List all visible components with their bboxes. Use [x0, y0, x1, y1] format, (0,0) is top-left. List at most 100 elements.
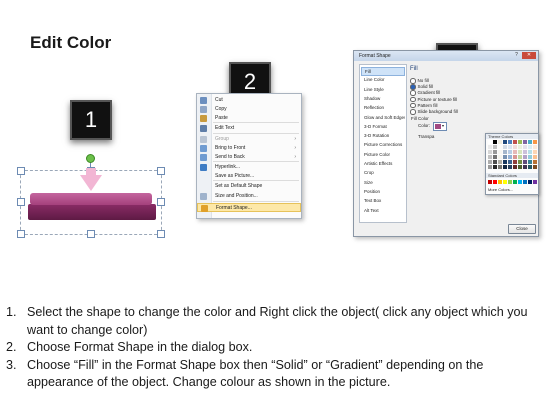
theme-color-swatch[interactable]: [518, 145, 522, 149]
theme-color-swatch[interactable]: [493, 160, 497, 164]
menu-item-group[interactable]: Group ›: [197, 135, 301, 144]
nav-item-reflection[interactable]: Reflection: [361, 104, 405, 113]
nav-item-crop[interactable]: Crop: [361, 169, 405, 178]
theme-color-swatch[interactable]: [508, 150, 512, 154]
theme-color-swatch[interactable]: [518, 140, 522, 144]
nav-item-text-box[interactable]: Text Box: [361, 197, 405, 206]
standard-color-swatch[interactable]: [503, 180, 507, 184]
theme-color-swatch[interactable]: [488, 140, 492, 144]
theme-color-swatch[interactable]: [528, 150, 532, 154]
theme-color-swatch[interactable]: [513, 155, 517, 159]
nav-item-3-d-rotation[interactable]: 3-D Rotation: [361, 132, 405, 141]
fill-option-radio[interactable]: Gradient fill: [410, 90, 440, 96]
theme-color-swatch[interactable]: [513, 145, 517, 149]
theme-color-swatch[interactable]: [523, 140, 527, 144]
theme-color-swatch[interactable]: [518, 155, 522, 159]
nav-item-artistic-effects[interactable]: Artistic Effects: [361, 160, 405, 169]
theme-color-swatch[interactable]: [508, 155, 512, 159]
standard-color-swatch[interactable]: [513, 180, 517, 184]
theme-color-swatch[interactable]: [498, 145, 502, 149]
theme-color-swatch[interactable]: [503, 150, 507, 154]
resize-handle[interactable]: [17, 167, 25, 175]
menu-item-edit-text[interactable]: Edit Text: [197, 124, 301, 133]
theme-color-swatch[interactable]: [488, 150, 492, 154]
theme-color-swatch[interactable]: [488, 165, 492, 169]
theme-color-swatch[interactable]: [513, 165, 517, 169]
theme-color-swatch[interactable]: [503, 145, 507, 149]
resize-handle[interactable]: [17, 230, 25, 238]
standard-color-swatch[interactable]: [508, 180, 512, 184]
color-picker-button[interactable]: ▾: [433, 122, 447, 131]
resize-handle[interactable]: [157, 167, 165, 175]
standard-color-swatch[interactable]: [498, 180, 502, 184]
theme-color-swatch[interactable]: [518, 150, 522, 154]
theme-color-swatch[interactable]: [528, 145, 532, 149]
menu-item-bring-to-front[interactable]: Bring to Front ›: [197, 144, 301, 153]
theme-color-swatch[interactable]: [513, 140, 517, 144]
theme-color-swatch[interactable]: [503, 140, 507, 144]
theme-color-swatch[interactable]: [523, 145, 527, 149]
theme-color-swatch[interactable]: [528, 165, 532, 169]
nav-item-line-color[interactable]: Line Color: [361, 76, 405, 85]
nav-item-alt-text[interactable]: Alt Text: [361, 207, 405, 216]
theme-color-swatch[interactable]: [493, 140, 497, 144]
resize-handle[interactable]: [17, 198, 25, 206]
theme-color-swatch[interactable]: [523, 150, 527, 154]
close-button[interactable]: Close: [508, 224, 536, 234]
theme-color-swatch[interactable]: [508, 160, 512, 164]
menu-item-cut[interactable]: Cut: [197, 96, 301, 105]
standard-color-swatch[interactable]: [528, 180, 532, 184]
theme-color-swatch[interactable]: [488, 160, 492, 164]
theme-color-swatch[interactable]: [533, 145, 537, 149]
theme-color-swatch[interactable]: [533, 160, 537, 164]
theme-color-swatch[interactable]: [498, 150, 502, 154]
fill-option-radio[interactable]: Pattern fill: [410, 103, 438, 109]
nav-item-3-d-format[interactable]: 3-D Format: [361, 123, 405, 132]
resize-handle[interactable]: [157, 198, 165, 206]
close-icon[interactable]: ✕: [522, 52, 536, 59]
menu-item-set-as-default-shape[interactable]: Set as Default Shape: [197, 182, 301, 191]
more-colors-link[interactable]: More Colors...: [488, 187, 513, 192]
nav-item-fill[interactable]: Fill: [361, 67, 405, 76]
theme-color-swatch[interactable]: [498, 160, 502, 164]
theme-color-swatch[interactable]: [533, 155, 537, 159]
resize-handle[interactable]: [87, 230, 95, 238]
theme-color-swatch[interactable]: [498, 140, 502, 144]
theme-color-swatch[interactable]: [523, 160, 527, 164]
theme-color-swatch[interactable]: [493, 150, 497, 154]
nav-item-picture-color[interactable]: Picture Color: [361, 151, 405, 160]
shape-bar-front[interactable]: [28, 204, 156, 220]
rotation-handle[interactable]: [86, 154, 95, 163]
nav-item-size[interactable]: Size: [361, 179, 405, 188]
nav-item-shadow[interactable]: Shadow: [361, 95, 405, 104]
fill-option-radio[interactable]: No fill: [410, 78, 429, 84]
nav-item-line-style[interactable]: Line Style: [361, 86, 405, 95]
nav-item-position[interactable]: Position: [361, 188, 405, 197]
standard-color-swatch[interactable]: [523, 180, 527, 184]
theme-color-swatch[interactable]: [508, 165, 512, 169]
theme-color-swatch[interactable]: [488, 155, 492, 159]
nav-item-picture-corrections[interactable]: Picture Corrections: [361, 141, 405, 150]
fill-option-radio[interactable]: Picture or texture fill: [410, 97, 457, 103]
menu-item-copy[interactable]: Copy: [197, 105, 301, 114]
theme-color-swatch[interactable]: [503, 155, 507, 159]
theme-color-swatch[interactable]: [493, 155, 497, 159]
theme-color-swatch[interactable]: [523, 155, 527, 159]
theme-color-swatch[interactable]: [528, 140, 532, 144]
theme-color-swatch[interactable]: [528, 155, 532, 159]
theme-color-swatch[interactable]: [523, 165, 527, 169]
theme-color-swatch[interactable]: [533, 150, 537, 154]
menu-item-hyperlink[interactable]: Hyperlink...: [197, 163, 301, 172]
standard-color-swatch[interactable]: [533, 180, 537, 184]
shape-bar-top[interactable]: [30, 193, 152, 205]
standard-color-swatch[interactable]: [518, 180, 522, 184]
help-button[interactable]: ?: [513, 52, 520, 59]
theme-color-swatch[interactable]: [503, 160, 507, 164]
theme-color-swatch[interactable]: [498, 165, 502, 169]
fill-option-radio[interactable]: Slide background fill: [410, 109, 458, 115]
theme-color-swatch[interactable]: [503, 165, 507, 169]
fill-option-radio[interactable]: Solid fill: [410, 84, 433, 90]
theme-color-swatch[interactable]: [533, 140, 537, 144]
theme-color-swatch[interactable]: [518, 165, 522, 169]
theme-color-swatch[interactable]: [493, 165, 497, 169]
